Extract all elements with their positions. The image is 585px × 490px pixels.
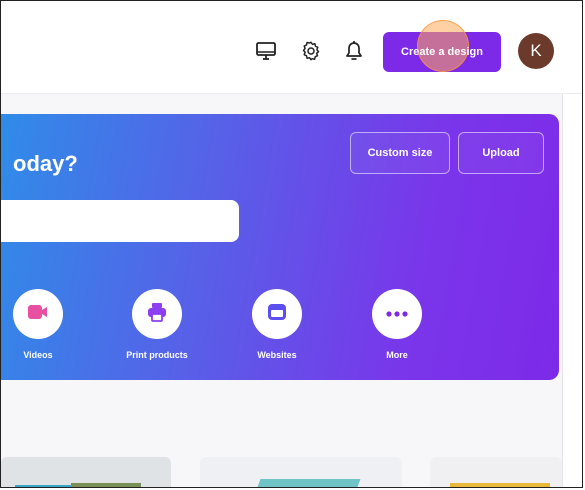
avatar[interactable]: K bbox=[518, 33, 554, 69]
category-label: Videos bbox=[23, 350, 53, 360]
template-thumbnail[interactable] bbox=[430, 457, 562, 487]
website-icon bbox=[265, 300, 289, 329]
app-frame: Create a design K oday? Custom size Uplo… bbox=[0, 0, 583, 488]
template-thumbnail[interactable] bbox=[200, 457, 402, 487]
category-circle bbox=[13, 289, 63, 339]
upload-button[interactable]: Upload bbox=[458, 132, 544, 174]
category-label: Websites bbox=[257, 350, 297, 360]
thumbnail-art bbox=[15, 485, 71, 487]
top-bar: Create a design K bbox=[1, 1, 582, 94]
hero-title: oday? bbox=[13, 151, 78, 176]
category-label: Print products bbox=[126, 350, 188, 360]
template-thumbnail[interactable] bbox=[1, 457, 171, 487]
gear-icon[interactable] bbox=[297, 37, 325, 65]
video-icon bbox=[26, 302, 50, 327]
more-icon bbox=[384, 305, 410, 323]
category-circle bbox=[132, 289, 182, 339]
upload-label: Upload bbox=[482, 147, 520, 159]
thumbnail-art bbox=[450, 483, 550, 487]
avatar-initial: K bbox=[530, 41, 542, 60]
custom-size-button[interactable]: Custom size bbox=[350, 132, 450, 174]
category-circle bbox=[372, 289, 422, 339]
thumbnail-art bbox=[249, 479, 361, 487]
bell-icon[interactable] bbox=[340, 37, 368, 65]
right-panel-edge bbox=[562, 94, 582, 487]
category-label: More bbox=[386, 350, 408, 360]
search-input[interactable] bbox=[1, 200, 239, 242]
desktop-icon[interactable] bbox=[252, 37, 280, 65]
custom-size-label: Custom size bbox=[367, 147, 433, 159]
category-circle bbox=[252, 289, 302, 339]
thumbnail-art bbox=[71, 483, 141, 487]
category-print-products[interactable]: Print products bbox=[112, 289, 202, 360]
category-videos[interactable]: Videos bbox=[1, 289, 83, 360]
category-more[interactable]: More bbox=[352, 289, 442, 360]
create-design-label: Create a design bbox=[401, 46, 483, 58]
create-design-button[interactable]: Create a design bbox=[383, 20, 501, 72]
category-websites[interactable]: Websites bbox=[232, 289, 322, 360]
printer-icon bbox=[145, 300, 169, 329]
